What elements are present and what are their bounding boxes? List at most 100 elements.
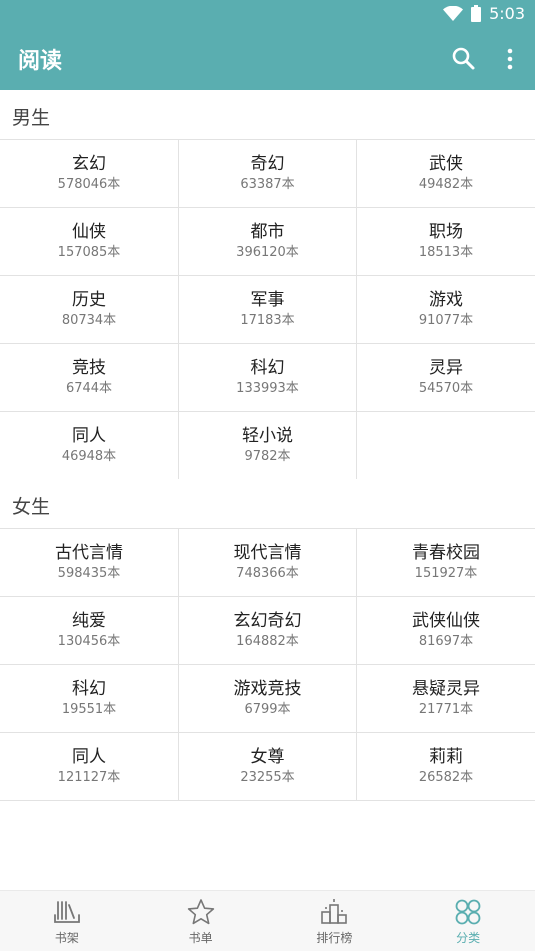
category-name: 莉莉 — [429, 747, 463, 767]
category-cell[interactable]: 奇幻 63387本 — [178, 140, 356, 207]
category-name: 历史 — [72, 290, 106, 310]
search-button[interactable] — [450, 45, 478, 73]
category-name: 游戏竞技 — [233, 679, 302, 699]
category-cell[interactable]: 现代言情 748366本 — [178, 529, 356, 596]
category-name: 游戏 — [429, 290, 463, 310]
category-cell[interactable]: 女尊 23255本 — [178, 733, 356, 800]
category-name: 竞技 — [72, 358, 106, 378]
category-count: 151927本 — [414, 566, 478, 581]
nav-item-bookshelf[interactable]: 书架 — [0, 891, 134, 951]
category-count: 598435本 — [57, 566, 121, 581]
nav-label: 分类 — [456, 930, 481, 945]
battery-icon — [471, 5, 482, 22]
category-name: 科幻 — [72, 679, 106, 699]
category-cell[interactable]: 游戏竞技 6799本 — [178, 665, 356, 732]
category-count: 54570本 — [418, 381, 474, 396]
category-count: 6799本 — [244, 702, 291, 717]
category-name: 青春校园 — [412, 543, 480, 563]
grid-row: 同人 46948本 轻小说 9782本 — [0, 412, 535, 480]
category-count: 19551本 — [61, 702, 117, 717]
grid-row: 纯爱 130456本 玄幻奇幻 164882本 武侠仙侠 81697本 — [0, 597, 535, 665]
grid-row: 竞技 6744本 科幻 133993本 灵异 54570本 — [0, 344, 535, 412]
category-cell[interactable]: 科幻 133993本 — [178, 344, 356, 411]
category-name: 都市 — [250, 222, 285, 242]
category-cell[interactable]: 玄幻 578046本 — [0, 140, 178, 207]
category-name: 现代言情 — [233, 543, 302, 563]
status-bar: 5:03 — [0, 0, 535, 28]
category-icon — [455, 899, 481, 924]
category-name: 古代言情 — [55, 543, 123, 563]
status-time: 5:03 — [489, 4, 525, 23]
grid-row: 仙侠 157085本 都市 396120本 职场 18513本 — [0, 208, 535, 276]
nav-item-category[interactable]: 分类 — [401, 891, 535, 951]
nav-label: 书单 — [188, 930, 213, 945]
page-title: 阅读 — [18, 49, 63, 74]
category-cell[interactable]: 游戏 91077本 — [356, 276, 535, 343]
category-count: 49482本 — [418, 177, 474, 192]
category-count: 9782本 — [244, 449, 291, 464]
category-count: 80734本 — [61, 313, 117, 328]
empty-cell — [356, 412, 535, 479]
category-cell[interactable]: 莉莉 26582本 — [356, 733, 535, 800]
grid-row: 同人 121127本 女尊 23255本 莉莉 26582本 — [0, 733, 535, 801]
category-name: 悬疑灵异 — [412, 679, 480, 699]
more-options-button[interactable] — [498, 45, 522, 73]
category-count: 91077本 — [418, 313, 474, 328]
category-grid-male: 玄幻 578046本 奇幻 63387本 武侠 49482本 仙侠 157085本 都市… — [0, 139, 535, 480]
category-count: 23255本 — [240, 770, 295, 785]
category-cell[interactable]: 都市 396120本 — [178, 208, 356, 275]
nav-item-ranking[interactable]: 排行榜 — [268, 891, 402, 951]
category-count: 578046本 — [57, 177, 121, 192]
grid-row: 历史 80734本 军事 17183本 游戏 91077本 — [0, 276, 535, 344]
category-name: 职场 — [429, 222, 463, 242]
category-cell[interactable]: 纯爱 130456本 — [0, 597, 178, 664]
section-title-female: 女生 — [12, 496, 51, 518]
category-name: 仙侠 — [72, 222, 106, 242]
category-count: 18513本 — [418, 245, 474, 260]
category-cell[interactable]: 同人 121127本 — [0, 733, 178, 800]
search-icon — [452, 47, 475, 70]
category-name: 武侠仙侠 — [412, 611, 480, 631]
nav-label: 排行榜 — [316, 930, 353, 945]
category-name: 女尊 — [250, 747, 285, 767]
category-cell[interactable]: 轻小说 9782本 — [178, 412, 356, 479]
category-cell[interactable]: 同人 46948本 — [0, 412, 178, 479]
category-name: 灵异 — [429, 358, 463, 378]
section-title-male: 男生 — [12, 107, 51, 129]
category-cell[interactable]: 科幻 19551本 — [0, 665, 178, 732]
category-cell[interactable]: 职场 18513本 — [356, 208, 535, 275]
category-name: 奇幻 — [250, 154, 285, 174]
status-icons: 5:03 — [443, 4, 525, 23]
category-cell[interactable]: 武侠 49482本 — [356, 140, 535, 207]
category-name: 军事 — [250, 290, 285, 310]
category-cell[interactable]: 灵异 54570本 — [356, 344, 535, 411]
category-count: 396120本 — [236, 245, 299, 260]
nav-label: 书架 — [54, 930, 79, 945]
grid-row: 玄幻 578046本 奇幻 63387本 武侠 49482本 — [0, 140, 535, 208]
category-name: 同人 — [72, 426, 106, 446]
category-count: 63387本 — [240, 177, 295, 192]
category-grid-female: 古代言情 598435本 现代言情 748366本 青春校园 151927本 纯爱 13… — [0, 528, 535, 801]
category-cell[interactable]: 悬疑灵异 21771本 — [356, 665, 535, 732]
category-cell[interactable]: 青春校园 151927本 — [356, 529, 535, 596]
star-icon — [187, 898, 214, 924]
category-cell[interactable]: 玄幻奇幻 164882本 — [178, 597, 356, 664]
category-name: 玄幻 — [72, 154, 106, 174]
category-cell[interactable]: 仙侠 157085本 — [0, 208, 178, 275]
category-cell[interactable]: 武侠仙侠 81697本 — [356, 597, 535, 664]
category-cell[interactable]: 军事 17183本 — [178, 276, 356, 343]
category-count: 21771本 — [418, 702, 474, 717]
category-name: 玄幻奇幻 — [233, 611, 302, 631]
category-count: 17183本 — [240, 313, 295, 328]
category-name: 纯爱 — [72, 611, 106, 631]
category-name: 科幻 — [250, 358, 285, 378]
category-count: 26582本 — [418, 770, 474, 785]
grid-row: 古代言情 598435本 现代言情 748366本 青春校园 151927本 — [0, 529, 535, 597]
nav-item-booklist[interactable]: 书单 — [134, 891, 268, 951]
category-cell[interactable]: 历史 80734本 — [0, 276, 178, 343]
category-count: 121127本 — [57, 770, 121, 785]
grid-row: 科幻 19551本 游戏竞技 6799本 悬疑灵异 21771本 — [0, 665, 535, 733]
category-count: 46948本 — [61, 449, 117, 464]
category-cell[interactable]: 古代言情 598435本 — [0, 529, 178, 596]
category-cell[interactable]: 竞技 6744本 — [0, 344, 178, 411]
